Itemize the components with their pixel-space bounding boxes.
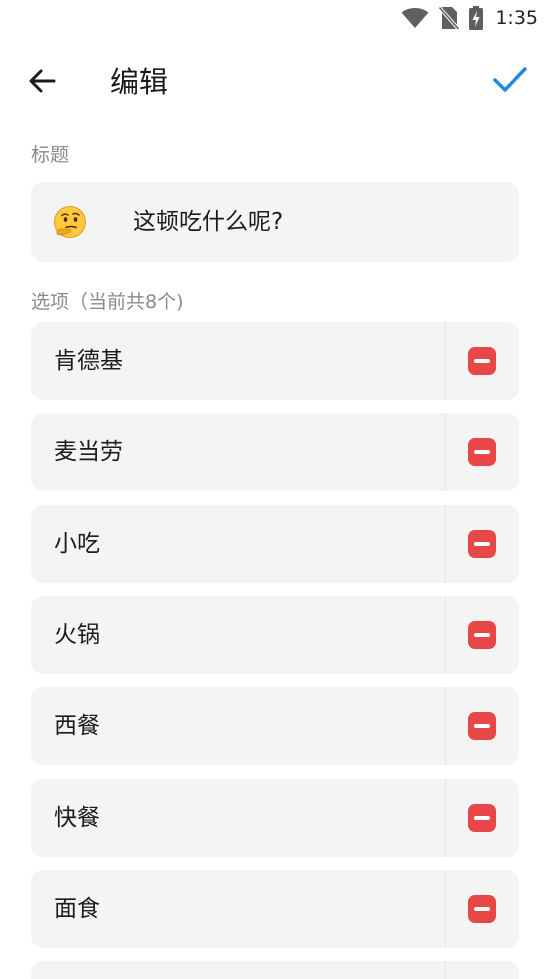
remove-option-button[interactable] <box>468 438 496 466</box>
title-input[interactable]: 这顿吃什么呢? <box>133 182 283 262</box>
title-card: 这顿吃什么呢? <box>31 182 519 262</box>
divider <box>445 322 446 400</box>
option-item[interactable] <box>31 961 519 979</box>
option-label[interactable]: 小吃 <box>54 505 100 583</box>
remove-option-button[interactable] <box>468 347 496 375</box>
divider <box>445 961 446 979</box>
remove-option-button[interactable] <box>468 621 496 649</box>
status-bar: 1:35 <box>0 0 550 36</box>
remove-option-button[interactable] <box>468 804 496 832</box>
option-label[interactable]: 面食 <box>54 870 100 948</box>
divider <box>445 596 446 674</box>
thinking-face-emoji-button[interactable] <box>53 205 87 239</box>
option-label[interactable]: 西餐 <box>54 687 100 765</box>
wifi-icon <box>401 7 429 29</box>
option-item[interactable]: 小吃 <box>31 505 519 583</box>
option-item[interactable]: 西餐 <box>31 687 519 765</box>
option-item[interactable]: 肯德基 <box>31 322 519 400</box>
option-item[interactable]: 麦当劳 <box>31 413 519 491</box>
no-sim-icon <box>439 6 460 30</box>
option-item[interactable]: 快餐 <box>31 779 519 857</box>
option-item[interactable]: 火锅 <box>31 596 519 674</box>
battery-charging-icon <box>469 6 484 30</box>
page-title: 编辑 <box>110 65 169 99</box>
arrow-left-icon <box>24 69 60 103</box>
option-label[interactable]: 火锅 <box>54 596 100 674</box>
remove-option-button[interactable] <box>468 895 496 923</box>
divider <box>445 870 446 948</box>
status-icons: 1:35 <box>401 6 538 30</box>
option-label[interactable]: 肯德基 <box>54 322 123 400</box>
divider <box>445 413 446 491</box>
back-button[interactable] <box>24 63 60 99</box>
divider <box>445 687 446 765</box>
divider <box>445 779 446 857</box>
option-label[interactable]: 麦当劳 <box>54 413 123 491</box>
option-label[interactable]: 快餐 <box>54 779 100 857</box>
title-section-label: 标题 <box>31 144 70 166</box>
option-item[interactable]: 面食 <box>31 870 519 948</box>
check-icon <box>490 67 530 103</box>
thinking-face-icon <box>53 206 87 243</box>
remove-option-button[interactable] <box>468 530 496 558</box>
divider <box>445 505 446 583</box>
remove-option-button[interactable] <box>468 712 496 740</box>
confirm-button[interactable] <box>490 59 530 99</box>
options-section-label: 选项（当前共8个) <box>31 291 184 313</box>
status-time: 1:35 <box>495 7 538 29</box>
app-bar: 编辑 <box>0 45 550 115</box>
